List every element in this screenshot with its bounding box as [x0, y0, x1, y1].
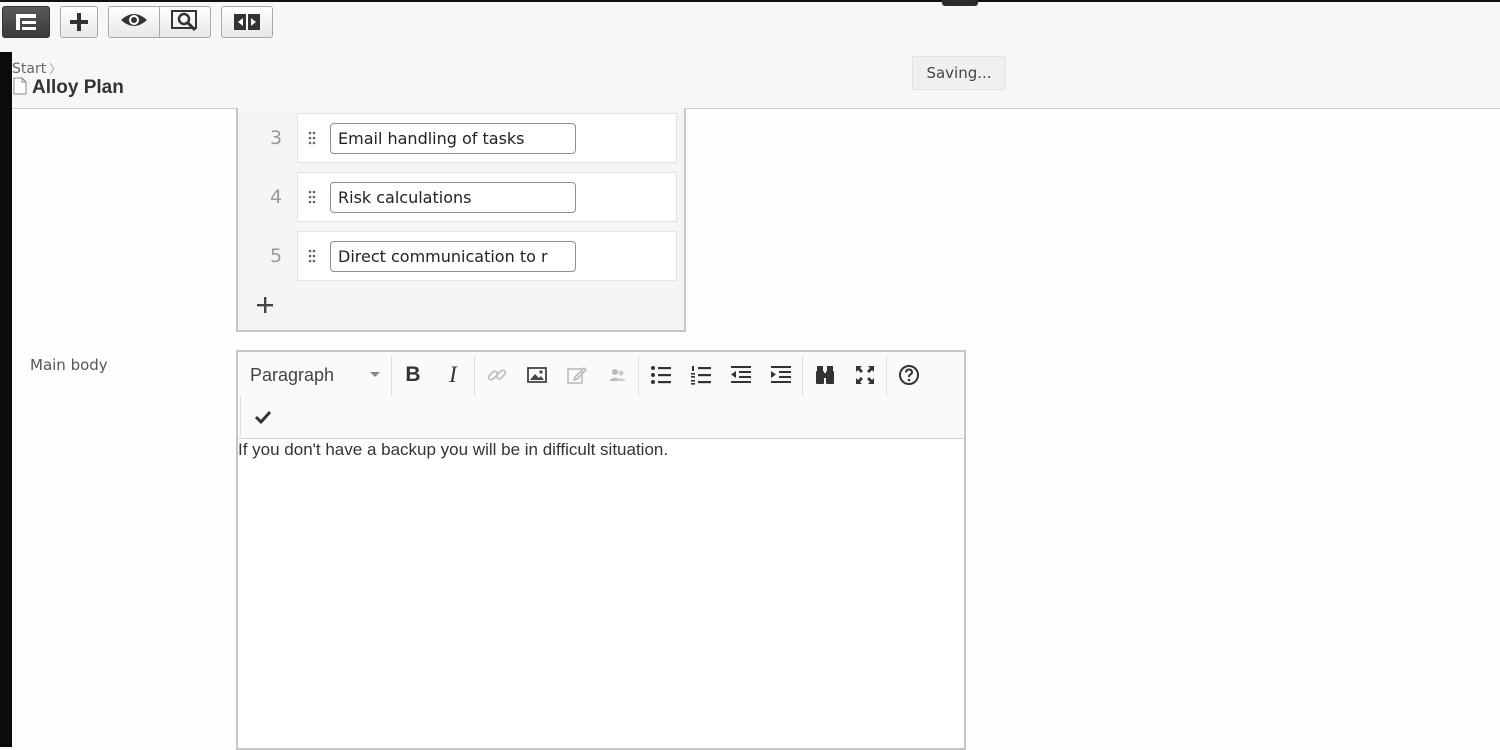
editor-content[interactable]: If you don't have a backup you will be i…: [238, 440, 668, 460]
image-icon: [526, 365, 548, 385]
window-notch: [942, 0, 978, 6]
top-toolbar: [0, 2, 1500, 52]
personalize-button[interactable]: [600, 358, 634, 392]
breadcrumb: Start 〉: [12, 60, 61, 77]
drag-handle-icon[interactable]: [308, 248, 316, 263]
rich-text-editor: Paragraph B I If you don't have a backup…: [236, 350, 966, 750]
page-tree-icon: [14, 12, 38, 32]
preview-button[interactable]: [159, 7, 210, 37]
preview-icon: [170, 9, 200, 35]
list-item: 4: [238, 172, 684, 222]
compare-icon: [232, 12, 262, 32]
personalize-icon: [606, 365, 628, 385]
fullscreen-icon: [854, 364, 876, 386]
saving-status: Saving...: [912, 56, 1006, 90]
list-item-card: [297, 231, 677, 281]
window-edge: [0, 0, 12, 747]
list-item-input[interactable]: [330, 123, 576, 154]
toolbar-separator: [802, 356, 803, 396]
link-icon: [486, 364, 508, 386]
edit-icon: [566, 364, 588, 386]
chevron-right-icon: 〉: [49, 62, 62, 76]
list-item-input[interactable]: [330, 182, 576, 213]
list-item: 5: [238, 231, 684, 281]
help-button[interactable]: [892, 358, 926, 392]
drag-handle-icon[interactable]: [308, 130, 316, 145]
list-item-card: [297, 113, 677, 163]
toolbar-separator: [391, 356, 392, 396]
add-button[interactable]: [60, 6, 98, 38]
toolbar-separator: [474, 356, 475, 396]
check-button[interactable]: [246, 400, 280, 434]
bold-button[interactable]: B: [396, 358, 430, 392]
check-icon: [254, 409, 272, 425]
view-toggle-group: [108, 6, 211, 38]
link-button[interactable]: [480, 358, 514, 392]
list-property: 3 4 5: [236, 108, 686, 332]
page-title-row: Alloy Plan: [12, 77, 124, 99]
italic-button[interactable]: I: [436, 358, 470, 392]
outdent-icon: [730, 365, 752, 385]
main-body-label: Main body: [30, 356, 108, 374]
list-item-number: 3: [269, 127, 283, 149]
editor-toolbar: Paragraph B I: [238, 352, 964, 439]
page-tree-button[interactable]: [2, 6, 50, 38]
drag-handle-icon[interactable]: [308, 189, 316, 204]
edit-button[interactable]: [560, 358, 594, 392]
italic-icon: I: [449, 362, 457, 387]
find-button[interactable]: [808, 358, 842, 392]
numbered-list-button[interactable]: [684, 358, 718, 392]
view-button[interactable]: [109, 7, 159, 37]
page-title: Alloy Plan: [32, 77, 124, 98]
indent-icon: [770, 365, 792, 385]
indent-button[interactable]: [764, 358, 798, 392]
fullscreen-button[interactable]: [848, 358, 882, 392]
format-select[interactable]: Paragraph: [240, 358, 390, 392]
list-item-number: 5: [269, 245, 283, 267]
bullet-list-icon: [650, 365, 672, 385]
list-item: 3: [238, 113, 684, 163]
breadcrumb-start-link[interactable]: Start: [12, 61, 46, 77]
toolbar-separator: [886, 356, 887, 396]
bold-icon: B: [405, 363, 421, 386]
chevron-down-icon: [370, 372, 380, 377]
bullet-list-button[interactable]: [644, 358, 678, 392]
list-item-input[interactable]: [330, 241, 576, 272]
toolbar-separator: [240, 396, 241, 436]
eye-icon: [120, 11, 148, 33]
list-item-card: [297, 172, 677, 222]
numbered-list-icon: [690, 365, 712, 385]
plus-icon: [69, 12, 89, 32]
compare-button[interactable]: [221, 6, 273, 38]
help-icon: [898, 364, 920, 386]
find-icon: [814, 364, 836, 386]
add-list-item-icon[interactable]: [254, 294, 276, 316]
page-document-icon: [12, 77, 28, 99]
page-header: Start 〉 Alloy Plan Saving...: [12, 52, 1500, 109]
outdent-button[interactable]: [724, 358, 758, 392]
list-item-number: 4: [269, 186, 283, 208]
toolbar-separator: [638, 356, 639, 396]
format-select-value: Paragraph: [250, 364, 335, 385]
image-button[interactable]: [520, 358, 554, 392]
